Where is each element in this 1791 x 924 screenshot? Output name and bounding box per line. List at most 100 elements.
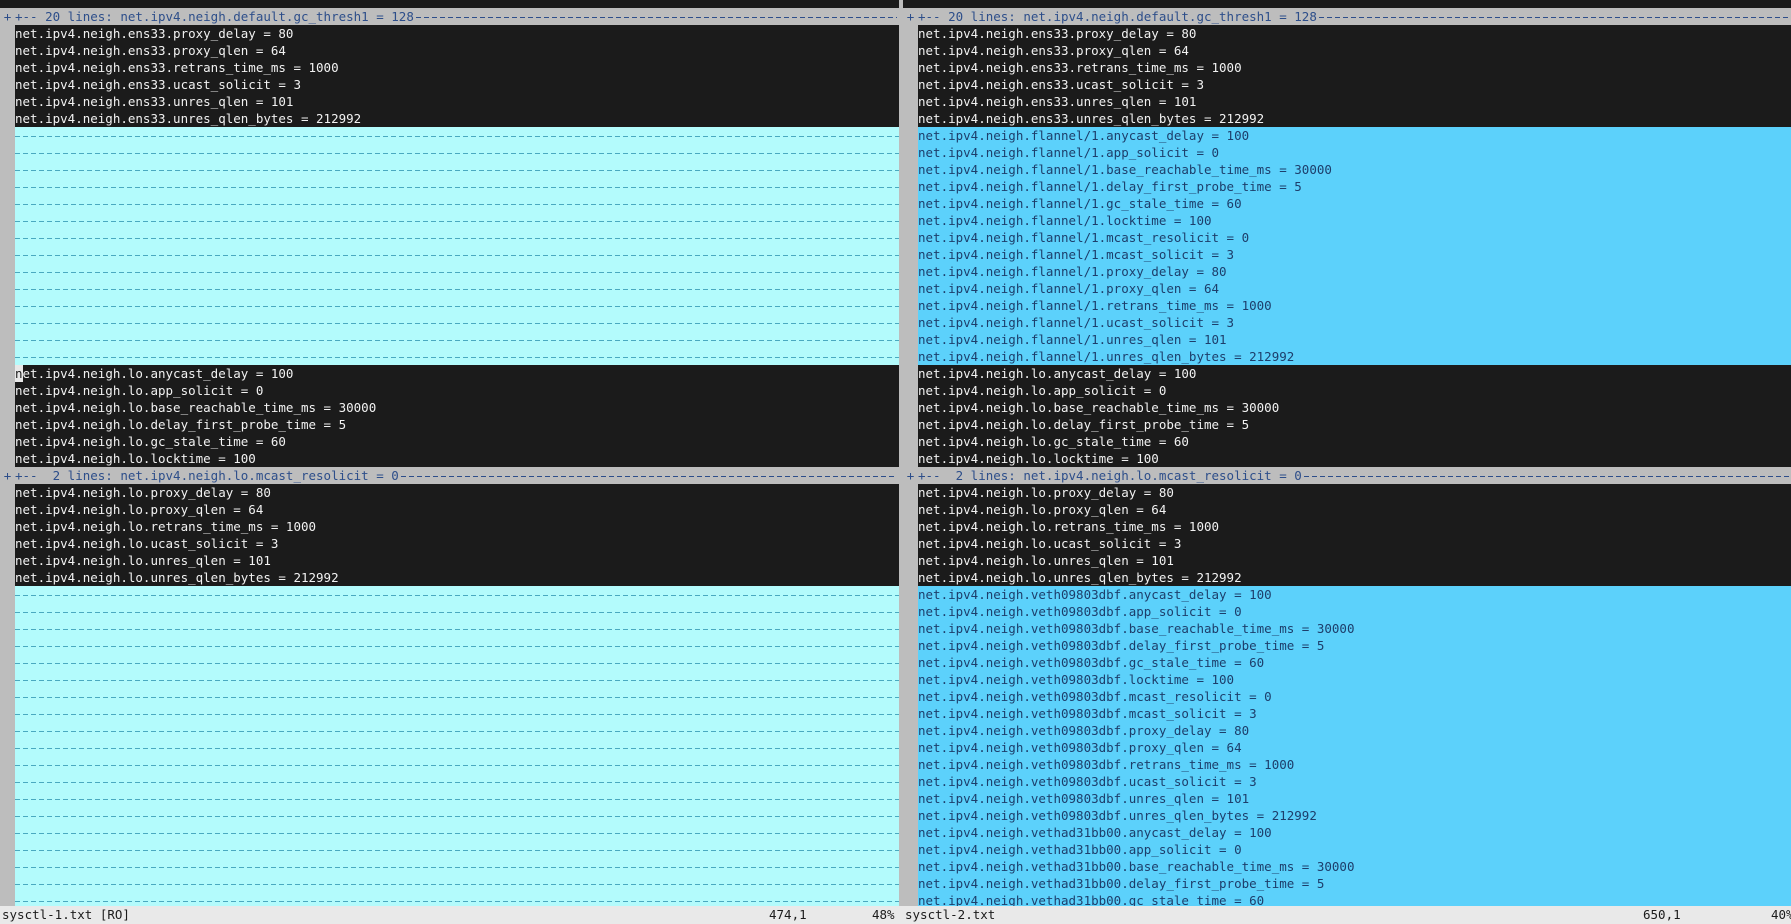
filler-line[interactable] <box>0 263 899 280</box>
filler-line[interactable] <box>0 586 899 603</box>
filler-line[interactable] <box>0 637 899 654</box>
text-line[interactable]: net.ipv4.neigh.flannel/1.app_solicit = 0 <box>903 144 1791 161</box>
filler-line[interactable] <box>0 671 899 688</box>
text-line[interactable]: net.ipv4.neigh.flannel/1.retrans_time_ms… <box>903 297 1791 314</box>
text-line[interactable]: net.ipv4.neigh.veth09803dbf.app_solicit … <box>903 603 1791 620</box>
text-line[interactable]: net.ipv4.neigh.ens33.retrans_time_ms = 1… <box>0 59 899 76</box>
text-line[interactable]: net.ipv4.neigh.ens33.unres_qlen_bytes = … <box>0 110 899 127</box>
filler-line[interactable] <box>0 297 899 314</box>
text-line[interactable]: net.ipv4.neigh.ens33.proxy_qlen = 64 <box>903 42 1791 59</box>
filler-line[interactable] <box>0 773 899 790</box>
text-line[interactable]: net.ipv4.neigh.lo.unres_qlen_bytes = 212… <box>0 569 899 586</box>
filler-line[interactable] <box>0 807 899 824</box>
filler-line[interactable] <box>0 280 899 297</box>
filler-line[interactable] <box>0 824 899 841</box>
text-line[interactable]: net.ipv4.neigh.flannel/1.unres_qlen_byte… <box>903 348 1791 365</box>
text-line[interactable]: net.ipv4.neigh.flannel/1.mcast_solicit =… <box>903 246 1791 263</box>
text-line[interactable]: net.ipv4.neigh.flannel/1.proxy_delay = 8… <box>903 263 1791 280</box>
fold-marker-icon[interactable]: + <box>903 467 918 484</box>
text-line[interactable]: net.ipv4.neigh.flannel/1.anycast_delay =… <box>903 127 1791 144</box>
text-line[interactable]: net.ipv4.neigh.lo.proxy_delay = 80 <box>903 484 1791 501</box>
filler-line[interactable] <box>0 127 899 144</box>
text-line[interactable]: net.ipv4.neigh.lo.app_solicit = 0 <box>903 382 1791 399</box>
fold-line[interactable]: + +-- 2 lines: net.ipv4.neigh.lo.mcast_re… <box>0 467 899 484</box>
text-line[interactable]: net.ipv4.neigh.ens33.unres_qlen = 101 <box>0 93 899 110</box>
text-line[interactable]: net.ipv4.neigh.flannel/1.delay_first_pro… <box>903 178 1791 195</box>
text-line[interactable]: net.ipv4.neigh.lo.gc_stale_time = 60 <box>903 433 1791 450</box>
text-line[interactable]: net.ipv4.neigh.veth09803dbf.proxy_qlen =… <box>903 739 1791 756</box>
filler-line[interactable] <box>0 603 899 620</box>
text-line[interactable]: net.ipv4.neigh.veth09803dbf.proxy_delay … <box>903 722 1791 739</box>
filler-line[interactable] <box>0 756 899 773</box>
filler-line[interactable] <box>0 688 899 705</box>
filler-line[interactable] <box>0 212 899 229</box>
diff-pane-left[interactable]: + +-- 20 lines: net.ipv4.neigh.default.gc… <box>0 8 899 906</box>
filler-line[interactable] <box>0 246 899 263</box>
text-line[interactable]: net.ipv4.neigh.lo.anycast_delay = 100 <box>0 365 899 382</box>
text-line[interactable]: net.ipv4.neigh.lo.unres_qlen_bytes = 212… <box>903 569 1791 586</box>
text-line[interactable]: net.ipv4.neigh.lo.retrans_time_ms = 1000 <box>0 518 899 535</box>
filler-line[interactable] <box>0 875 899 892</box>
text-line[interactable]: net.ipv4.neigh.lo.base_reachable_time_ms… <box>0 399 899 416</box>
text-line[interactable]: net.ipv4.neigh.veth09803dbf.anycast_dela… <box>903 586 1791 603</box>
filler-line[interactable] <box>0 654 899 671</box>
text-line[interactable]: net.ipv4.neigh.veth09803dbf.locktime = 1… <box>903 671 1791 688</box>
text-line[interactable]: net.ipv4.neigh.ens33.proxy_delay = 80 <box>903 25 1791 42</box>
text-line[interactable]: net.ipv4.neigh.ens33.proxy_qlen = 64 <box>0 42 899 59</box>
text-line[interactable]: net.ipv4.neigh.veth09803dbf.mcast_resoli… <box>903 688 1791 705</box>
filler-line[interactable] <box>0 722 899 739</box>
text-line[interactable]: net.ipv4.neigh.flannel/1.unres_qlen = 10… <box>903 331 1791 348</box>
text-line[interactable]: net.ipv4.neigh.lo.app_solicit = 0 <box>0 382 899 399</box>
text-line[interactable]: net.ipv4.neigh.veth09803dbf.retrans_time… <box>903 756 1791 773</box>
filler-line[interactable] <box>0 739 899 756</box>
text-line[interactable]: net.ipv4.neigh.veth09803dbf.unres_qlen =… <box>903 790 1791 807</box>
text-line[interactable]: net.ipv4.neigh.lo.unres_qlen = 101 <box>0 552 899 569</box>
text-line[interactable]: net.ipv4.neigh.flannel/1.locktime = 100 <box>903 212 1791 229</box>
text-line[interactable]: net.ipv4.neigh.lo.base_reachable_time_ms… <box>903 399 1791 416</box>
text-line[interactable]: net.ipv4.neigh.veth09803dbf.base_reachab… <box>903 620 1791 637</box>
filler-line[interactable] <box>0 892 899 906</box>
fold-line[interactable]: + +-- 2 lines: net.ipv4.neigh.lo.mcast_re… <box>903 467 1791 484</box>
fold-marker-icon[interactable]: + <box>0 8 15 25</box>
fold-line[interactable]: + +-- 20 lines: net.ipv4.neigh.default.gc… <box>0 8 899 25</box>
text-line[interactable]: net.ipv4.neigh.lo.delay_first_probe_time… <box>903 416 1791 433</box>
text-line[interactable]: net.ipv4.neigh.ens33.ucast_solicit = 3 <box>903 76 1791 93</box>
text-line[interactable]: net.ipv4.neigh.veth09803dbf.unres_qlen_b… <box>903 807 1791 824</box>
diff-pane-right[interactable]: + +-- 20 lines: net.ipv4.neigh.default.gc… <box>903 8 1791 906</box>
text-line[interactable]: net.ipv4.neigh.lo.proxy_delay = 80 <box>0 484 899 501</box>
text-line[interactable]: net.ipv4.neigh.veth09803dbf.mcast_solici… <box>903 705 1791 722</box>
text-line[interactable]: net.ipv4.neigh.veth09803dbf.ucast_solici… <box>903 773 1791 790</box>
text-line[interactable]: net.ipv4.neigh.lo.delay_first_probe_time… <box>0 416 899 433</box>
text-line[interactable]: net.ipv4.neigh.vethad31bb00.anycast_dela… <box>903 824 1791 841</box>
text-line[interactable]: net.ipv4.neigh.flannel/1.proxy_qlen = 64 <box>903 280 1791 297</box>
filler-line[interactable] <box>0 229 899 246</box>
filler-line[interactable] <box>0 178 899 195</box>
text-line[interactable]: net.ipv4.neigh.vethad31bb00.app_solicit … <box>903 841 1791 858</box>
filler-line[interactable] <box>0 161 899 178</box>
text-line[interactable]: net.ipv4.neigh.flannel/1.gc_stale_time =… <box>903 195 1791 212</box>
text-line[interactable]: net.ipv4.neigh.flannel/1.mcast_resolicit… <box>903 229 1791 246</box>
text-line[interactable]: net.ipv4.neigh.vethad31bb00.gc_stale_tim… <box>903 892 1791 906</box>
text-line[interactable]: net.ipv4.neigh.ens33.proxy_delay = 80 <box>0 25 899 42</box>
text-line[interactable]: net.ipv4.neigh.ens33.unres_qlen_bytes = … <box>903 110 1791 127</box>
text-line[interactable]: net.ipv4.neigh.lo.ucast_solicit = 3 <box>903 535 1791 552</box>
text-line[interactable]: net.ipv4.neigh.ens33.ucast_solicit = 3 <box>0 76 899 93</box>
text-line[interactable]: net.ipv4.neigh.lo.unres_qlen = 101 <box>903 552 1791 569</box>
text-line[interactable]: net.ipv4.neigh.ens33.unres_qlen = 101 <box>903 93 1791 110</box>
text-line[interactable]: net.ipv4.neigh.flannel/1.base_reachable_… <box>903 161 1791 178</box>
fold-line[interactable]: + +-- 20 lines: net.ipv4.neigh.default.gc… <box>903 8 1791 25</box>
text-line[interactable]: net.ipv4.neigh.vethad31bb00.base_reachab… <box>903 858 1791 875</box>
text-line[interactable]: net.ipv4.neigh.vethad31bb00.delay_first_… <box>903 875 1791 892</box>
filler-line[interactable] <box>0 144 899 161</box>
text-line[interactable]: net.ipv4.neigh.lo.anycast_delay = 100 <box>903 365 1791 382</box>
filler-line[interactable] <box>0 348 899 365</box>
fold-marker-icon[interactable]: + <box>0 467 15 484</box>
text-line[interactable]: net.ipv4.neigh.lo.proxy_qlen = 64 <box>0 501 899 518</box>
text-line[interactable]: net.ipv4.neigh.flannel/1.ucast_solicit =… <box>903 314 1791 331</box>
filler-line[interactable] <box>0 620 899 637</box>
text-line[interactable]: net.ipv4.neigh.lo.ucast_solicit = 3 <box>0 535 899 552</box>
text-line[interactable]: net.ipv4.neigh.lo.gc_stale_time = 60 <box>0 433 899 450</box>
filler-line[interactable] <box>0 841 899 858</box>
filler-line[interactable] <box>0 858 899 875</box>
filler-line[interactable] <box>0 314 899 331</box>
